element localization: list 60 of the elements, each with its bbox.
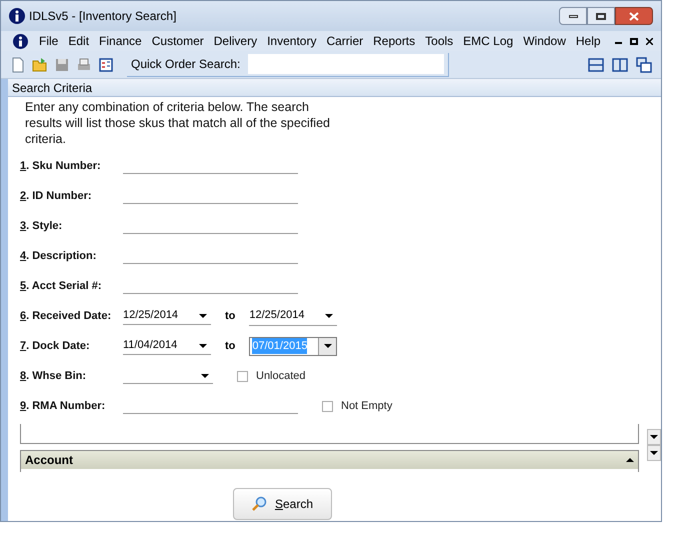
menu-item[interactable]: Tools: [420, 32, 458, 50]
quick-search-field[interactable]: [248, 54, 444, 74]
dropdown-arrow-icon[interactable]: [325, 314, 334, 318]
field-label: 7. Dock Date:: [20, 338, 91, 354]
minimize-button[interactable]: [559, 7, 587, 25]
checkbox[interactable]: [322, 400, 333, 412]
info-icon: [13, 34, 28, 48]
field-label: 3. Style:: [20, 218, 64, 234]
field-label: 1. Sku Number:: [20, 158, 102, 174]
panel-header: Search Criteria: [8, 79, 661, 97]
checkbox-label: Unlocated: [256, 368, 306, 384]
intro-text: Enter any combination of criteria below. The search results will list those skus that match all of the specified criteria.: [24, 99, 331, 147]
dropdown-arrow-icon[interactable]: [650, 435, 658, 439]
menu-item[interactable]: Finance: [94, 32, 147, 50]
menu-item[interactable]: Reports: [368, 32, 420, 50]
checkbox-label: Not Empty: [341, 398, 392, 414]
horizontal-split-icon[interactable]: [587, 56, 605, 74]
account-header[interactable]: Account: [21, 451, 638, 469]
cascade-icon[interactable]: [635, 56, 653, 74]
scroll-down-icon[interactable]: [647, 445, 661, 461]
close-icon[interactable]: [646, 38, 653, 44]
collapse-arrow-icon[interactable]: [626, 458, 634, 462]
quick-search-label: Quick Order Search:: [131, 56, 240, 73]
close-button[interactable]: [615, 7, 653, 25]
to-label: to: [225, 308, 236, 324]
checkbox[interactable]: [237, 370, 248, 382]
field-label: 4. Description:: [20, 248, 98, 264]
dropdown-arrow-icon[interactable]: [324, 344, 332, 348]
field-label: 9. RMA Number:: [20, 398, 106, 414]
menu-item[interactable]: Help: [570, 32, 606, 50]
info-icon: [9, 8, 25, 24]
dropdown-arrow-icon[interactable]: [201, 374, 209, 378]
checklist-icon[interactable]: [97, 56, 115, 74]
date-field[interactable]: 11/04/2014: [123, 338, 211, 354]
window-title: IDLSv5 - [Inventory Search]: [29, 8, 176, 25]
field-label: 2. ID Number:: [20, 188, 93, 204]
magnifier-icon: [250, 496, 267, 512]
dropdown-arrow-icon[interactable]: [650, 451, 658, 455]
field-label: 6. Received Date:: [20, 308, 112, 324]
restore-icon[interactable]: [630, 38, 638, 44]
dropdown-arrow-icon[interactable]: [199, 314, 207, 318]
dropdown-arrow-icon[interactable]: [199, 344, 207, 348]
menu-item[interactable]: Delivery: [208, 32, 262, 50]
menu-item[interactable]: Inventory: [262, 32, 322, 50]
maximize-button[interactable]: [587, 7, 615, 25]
to-label: to: [225, 338, 236, 354]
menu-item[interactable]: File: [34, 32, 64, 50]
open-folder-icon[interactable]: [31, 56, 49, 74]
field-label: 8. Whse Bin:: [20, 368, 88, 384]
date-field[interactable]: 12/25/2014: [249, 306, 338, 326]
field-label: 5. Acct Serial #:: [20, 278, 103, 294]
menu-item[interactable]: EMC Log: [458, 32, 518, 50]
menu-item[interactable]: Edit: [63, 32, 94, 50]
search-button[interactable]: Search: [232, 488, 332, 520]
menu-item[interactable]: Customer: [146, 32, 209, 50]
vertical-split-icon[interactable]: [611, 56, 629, 74]
menu-item[interactable]: Carrier: [321, 32, 368, 50]
date-field[interactable]: 12/25/2014: [123, 308, 211, 324]
close-icon: [629, 12, 639, 20]
menu-item[interactable]: Window: [518, 32, 571, 50]
